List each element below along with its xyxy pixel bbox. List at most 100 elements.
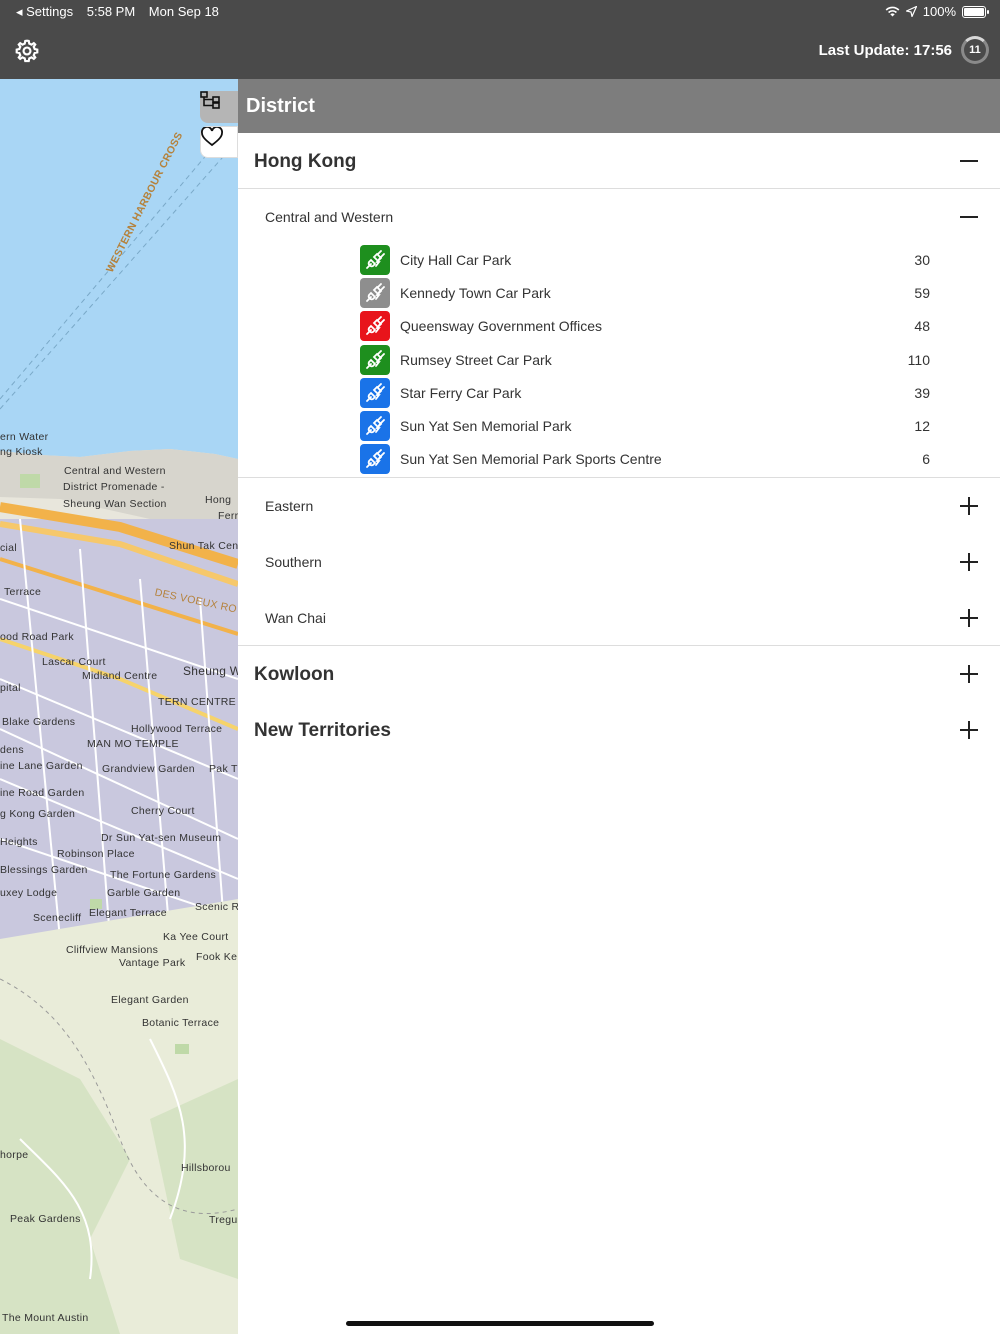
carpark-row[interactable]: Kennedy Town Car Park 59	[360, 278, 980, 309]
district-southern[interactable]: Southern	[238, 534, 1000, 590]
carpark-name: Star Ferry Car Park	[400, 384, 522, 401]
charger-status-badge	[360, 245, 390, 275]
status-bar-right: 100%	[885, 4, 989, 19]
map-label: Hollywood Terrace	[131, 723, 223, 735]
map-label: Vantage Park	[119, 957, 186, 969]
map-label: Elegant Garden	[111, 994, 189, 1006]
map-label: Sheung Wan Section	[63, 498, 167, 510]
carpark-row[interactable]: Sun Yat Sen Memorial Park 12	[360, 411, 980, 441]
back-to-settings-link[interactable]: ◂ Settings	[16, 4, 73, 19]
last-update-text: Last Update: 17:56	[818, 42, 952, 59]
map-label: Ka Yee Court	[163, 931, 229, 943]
ev-plug-icon	[366, 449, 385, 469]
carpark-name: Queensway Government Offices	[400, 318, 603, 335]
district-label: Central and Western	[265, 209, 394, 225]
map-label: ine Road Garden	[0, 787, 85, 799]
district-tree-button[interactable]	[200, 91, 238, 123]
ev-plug-icon	[366, 382, 385, 402]
carpark-name: Kennedy Town Car Park	[400, 285, 551, 302]
map-label: Ferr	[218, 510, 238, 522]
map-label: Scenecliff	[33, 912, 82, 924]
district-panel: District Hong Kong Central and Western C…	[238, 79, 1000, 1334]
favorites-button[interactable]	[200, 126, 238, 158]
carpark-count: 110	[907, 351, 930, 368]
refresh-icon[interactable]: 11	[961, 36, 989, 64]
map-label: Terrace	[4, 586, 42, 598]
ev-plug-icon	[366, 316, 385, 336]
charger-status-badge	[360, 278, 390, 309]
map-label: Cliffview Mansions	[66, 944, 159, 956]
collapse-icon[interactable]	[958, 150, 980, 172]
carpark-row[interactable]: Sun Yat Sen Memorial Park Sports Centre 6	[360, 444, 980, 475]
map-label: Pak T	[209, 763, 238, 775]
home-indicator[interactable]	[346, 1321, 654, 1326]
expand-icon[interactable]	[958, 663, 980, 685]
region-label: Kowloon	[254, 664, 335, 685]
map-label: ood Road Park	[0, 631, 74, 643]
carpark-count: 59	[914, 285, 930, 302]
region-label: Hong Kong	[254, 151, 357, 172]
carpark-row[interactable]: City Hall Car Park 30	[360, 245, 980, 275]
panel-title: District	[238, 79, 1000, 133]
expand-icon[interactable]	[958, 495, 980, 517]
charger-status-badge	[360, 444, 390, 475]
expand-icon[interactable]	[958, 719, 980, 741]
map-label: horpe	[0, 1149, 29, 1161]
region-new-territories[interactable]: New Territories	[238, 702, 1000, 758]
charger-status-badge	[360, 377, 390, 408]
collapse-icon[interactable]	[958, 206, 980, 228]
map-label: Cherry Court	[131, 805, 195, 817]
charger-status-badge	[360, 411, 390, 441]
district-wan-chai[interactable]: Wan Chai	[238, 590, 1000, 646]
map-label: ine Lane Garden	[0, 760, 83, 772]
map-label: Hong	[205, 494, 232, 506]
map-label: The Mount Austin	[2, 1312, 89, 1324]
carpark-count: 12	[914, 418, 930, 434]
region-kowloon[interactable]: Kowloon	[238, 646, 1000, 702]
carpark-name: Sun Yat Sen Memorial Park	[400, 418, 572, 434]
map-label: The Fortune Gardens	[110, 869, 217, 881]
top-bar: ◂ Settings 5:58 PM Mon Sep 18 100% Last …	[0, 0, 1000, 79]
map-label: uxey Lodge	[0, 887, 58, 899]
map-label: Grandview Garden	[102, 763, 195, 775]
map-label: Shun Tak Cen	[169, 540, 238, 552]
map-label: Elegant Terrace	[89, 907, 167, 919]
district-label: Southern	[265, 554, 322, 570]
charger-status-badge	[360, 344, 390, 375]
map-label: District Promenade -	[63, 481, 165, 493]
tree-icon	[200, 91, 220, 109]
map-label: Lascar Court	[42, 656, 106, 668]
ev-plug-icon	[366, 416, 385, 435]
carpark-name: Rumsey Street Car Park	[400, 351, 552, 368]
map-label: Robinson Place	[57, 848, 135, 860]
expand-icon[interactable]	[958, 607, 980, 629]
district-central-and-western[interactable]: Central and Western	[238, 189, 1000, 245]
map-view[interactable]: WESTERN HARBOUR CROSS ern Water ng Kiosk…	[0, 79, 238, 1334]
status-bar-left: ◂ Settings 5:58 PM Mon Sep 18	[16, 4, 229, 20]
map-label: Fook Ke	[196, 951, 238, 963]
carpark-count: 48	[914, 318, 930, 335]
refresh-countdown: 11	[969, 44, 981, 56]
gear-icon[interactable]	[14, 38, 40, 64]
map-label: Dr Sun Yat-sen Museum	[101, 832, 222, 844]
carpark-name: Sun Yat Sen Memorial Park Sports Centre	[400, 451, 662, 468]
map-label: Sheung W	[183, 664, 238, 678]
carpark-name: City Hall Car Park	[400, 252, 512, 268]
carpark-row[interactable]: Rumsey Street Car Park 110	[360, 344, 980, 375]
carpark-count: 30	[914, 252, 930, 268]
district-label: Wan Chai	[265, 610, 326, 626]
carpark-row[interactable]: Queensway Government Offices 48	[360, 311, 980, 342]
wifi-icon	[885, 6, 900, 17]
expand-icon[interactable]	[958, 551, 980, 573]
heart-icon	[201, 127, 223, 147]
district-eastern[interactable]: Eastern	[238, 478, 1000, 534]
carpark-row[interactable]: Star Ferry Car Park 39	[360, 377, 980, 408]
map-label: cial	[0, 542, 17, 554]
map-label: TERN CENTRE	[158, 696, 236, 708]
battery-percent: 100%	[922, 4, 956, 19]
region-label: New Territories	[254, 720, 391, 741]
region-hong-kong[interactable]: Hong Kong	[238, 133, 1000, 189]
location-arrow-icon	[905, 6, 917, 17]
map-label: Midland Centre	[82, 670, 158, 682]
map-label: Heights	[0, 836, 38, 848]
